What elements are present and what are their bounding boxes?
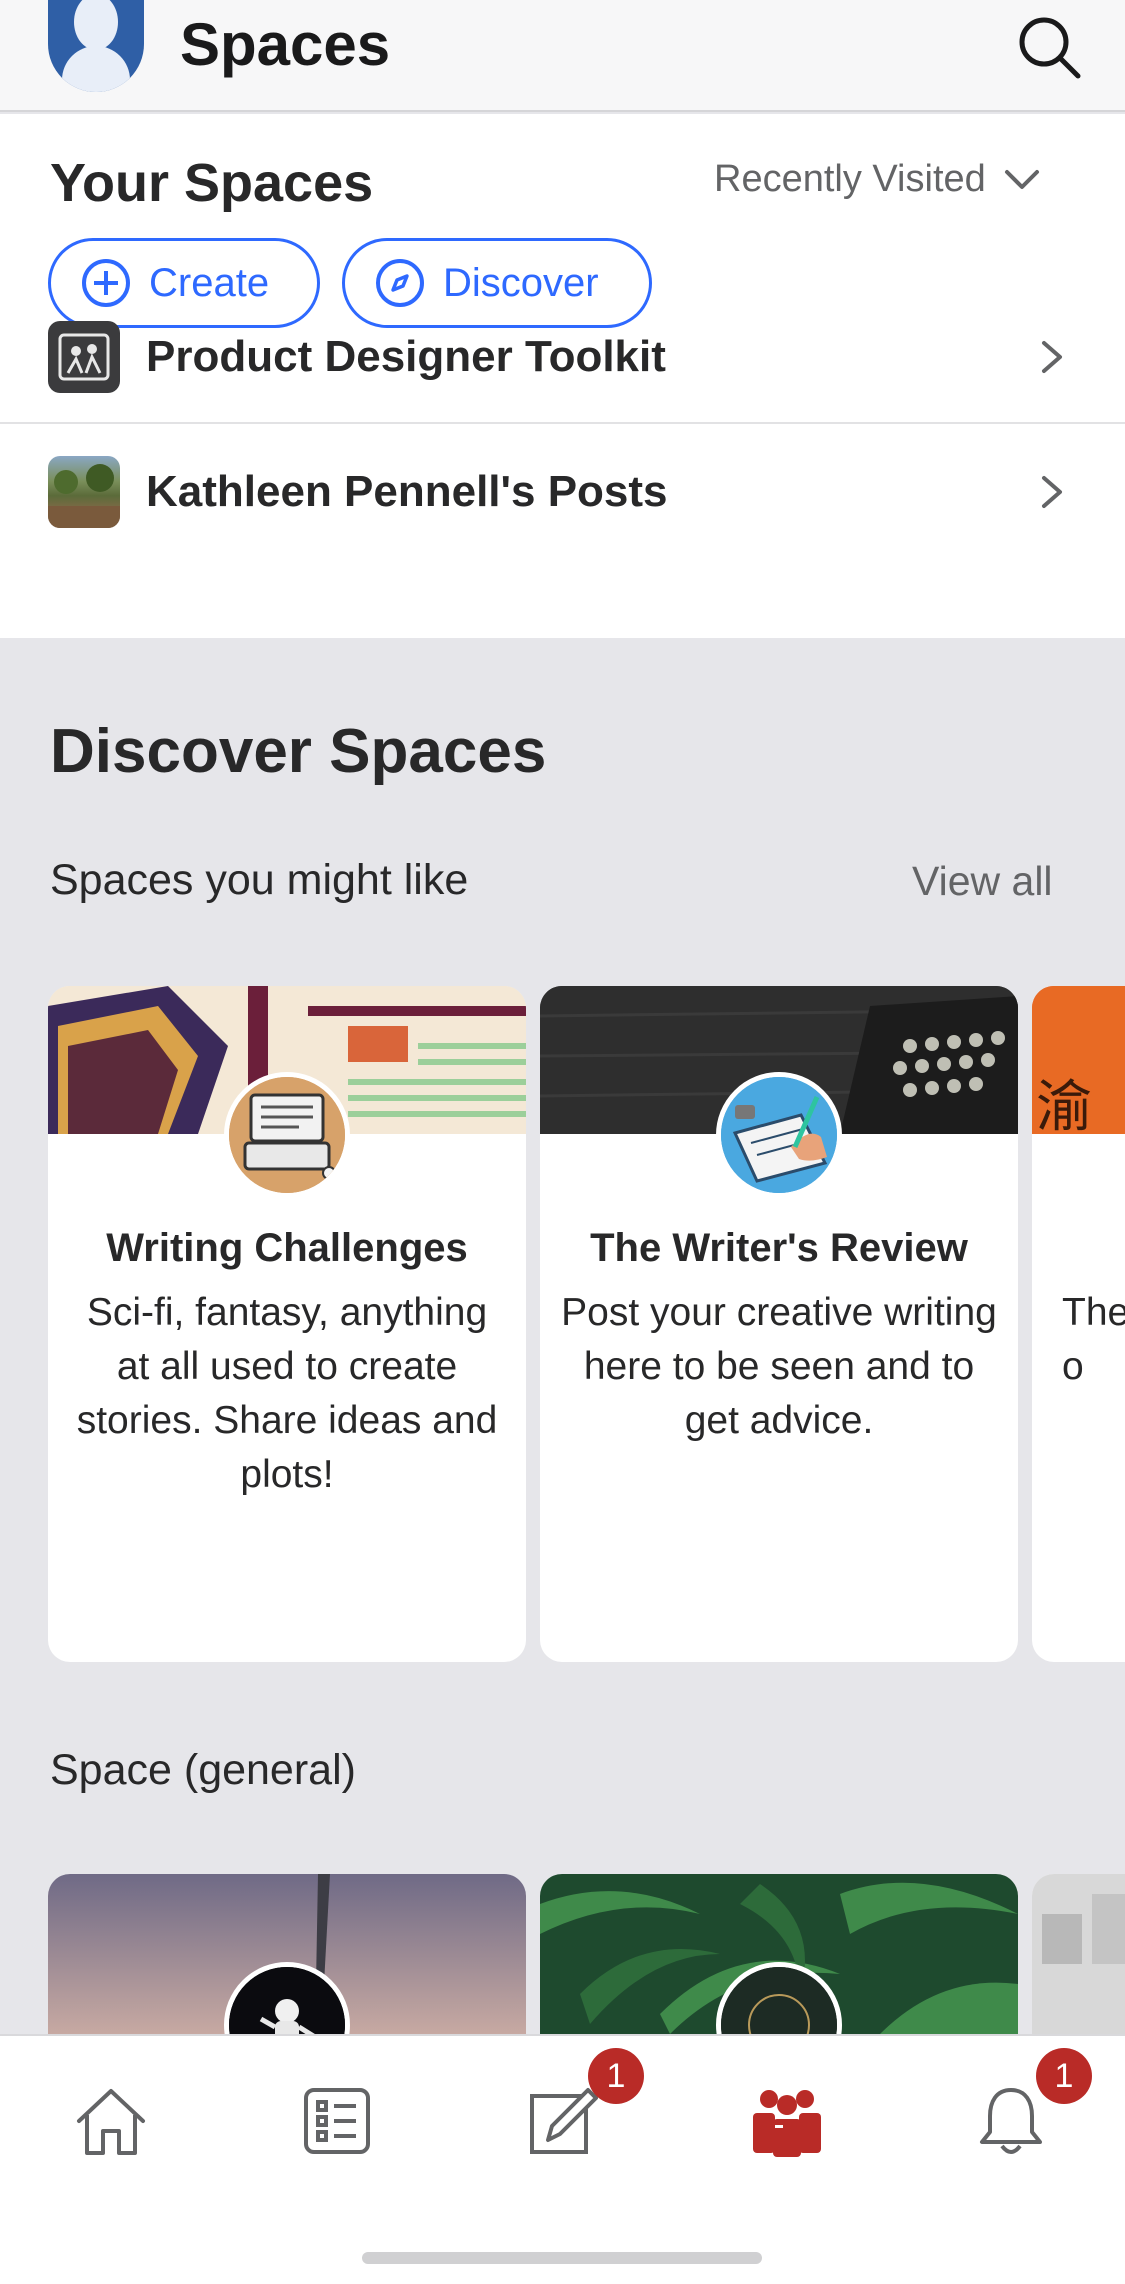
- card-title: The Writer's Review: [590, 1226, 968, 1270]
- bell-icon: [980, 2088, 1042, 2154]
- tab-write[interactable]: 1: [518, 2048, 644, 2166]
- space-item-product-designer-toolkit[interactable]: Product Designer Toolkit: [0, 292, 1125, 424]
- space-card-the-writers-review[interactable]: The Writer's Review Post your creative w…: [540, 986, 1018, 1662]
- space-item-kathleen-pennells-posts[interactable]: Kathleen Pennell's Posts: [0, 426, 1125, 558]
- list-icon: [304, 2088, 370, 2154]
- bottom-tab-bar: 1 1: [0, 2034, 1125, 2284]
- space-item-label: Kathleen Pennell's Posts: [146, 467, 668, 516]
- your-spaces-title: Your Spaces: [50, 153, 374, 213]
- chevron-right-icon: [1042, 476, 1062, 508]
- space-card-writing-challenges[interactable]: Writing Challenges Sci-fi, fantasy, anyt…: [48, 986, 526, 1662]
- card-description: Sci-fi, fantasy, anything at all used to…: [76, 1291, 498, 1496]
- home-indicator[interactable]: [362, 2252, 762, 2264]
- user-avatar-icon[interactable]: [48, 0, 144, 92]
- chevron-down-icon: [1004, 169, 1039, 189]
- tab-answer[interactable]: [292, 2076, 382, 2166]
- page-title: Spaces: [180, 11, 391, 78]
- notifications-badge: 1: [1036, 2048, 1092, 2104]
- write-badge: 1: [588, 2048, 644, 2104]
- tab-notifications[interactable]: 1: [966, 2048, 1092, 2166]
- park-photo-icon: [48, 456, 120, 528]
- sort-dropdown[interactable]: Recently Visited: [714, 158, 1040, 201]
- tab-home[interactable]: [66, 2076, 156, 2166]
- view-all-link[interactable]: View all: [912, 858, 1053, 905]
- space-item-label: Product Designer Toolkit: [146, 332, 666, 381]
- home-icon: [77, 2089, 145, 2155]
- people-image-icon: [48, 321, 120, 393]
- laptop-desk-icon: [224, 1072, 350, 1198]
- spaces-icon: [753, 2090, 821, 2157]
- card-title: Writing Challenges: [106, 1226, 468, 1270]
- discover-spaces-title: Discover Spaces: [50, 717, 547, 786]
- top-bar: Spaces: [0, 0, 1125, 112]
- section-title-space-general: Space (general): [50, 1746, 356, 1794]
- space-card-partial[interactable]: 渝 The o: [1032, 986, 1125, 1662]
- edit-icon: [530, 2088, 598, 2154]
- your-spaces-panel: Your Spaces Recently Visited Create Disc…: [0, 114, 1125, 638]
- space-card-general-1[interactable]: [48, 1874, 526, 2034]
- card-description: Post your creative writing here to be se…: [561, 1291, 997, 1442]
- tab-spaces[interactable]: [742, 2076, 832, 2166]
- chevron-right-icon: [1042, 341, 1062, 373]
- space-card-general-2[interactable]: [540, 1874, 1018, 2034]
- space-card-general-3[interactable]: [1032, 1874, 1125, 2034]
- sort-label: Recently Visited: [714, 158, 986, 200]
- card-description: The o: [1062, 1291, 1125, 1388]
- svg-text:渝: 渝: [1036, 1075, 1092, 1134]
- writing-hand-icon: [716, 1072, 842, 1198]
- card-banner-image: 渝: [1032, 986, 1125, 1134]
- section-title-spaces-you-might-like: Spaces you might like: [50, 856, 469, 904]
- search-icon[interactable]: [1016, 14, 1082, 80]
